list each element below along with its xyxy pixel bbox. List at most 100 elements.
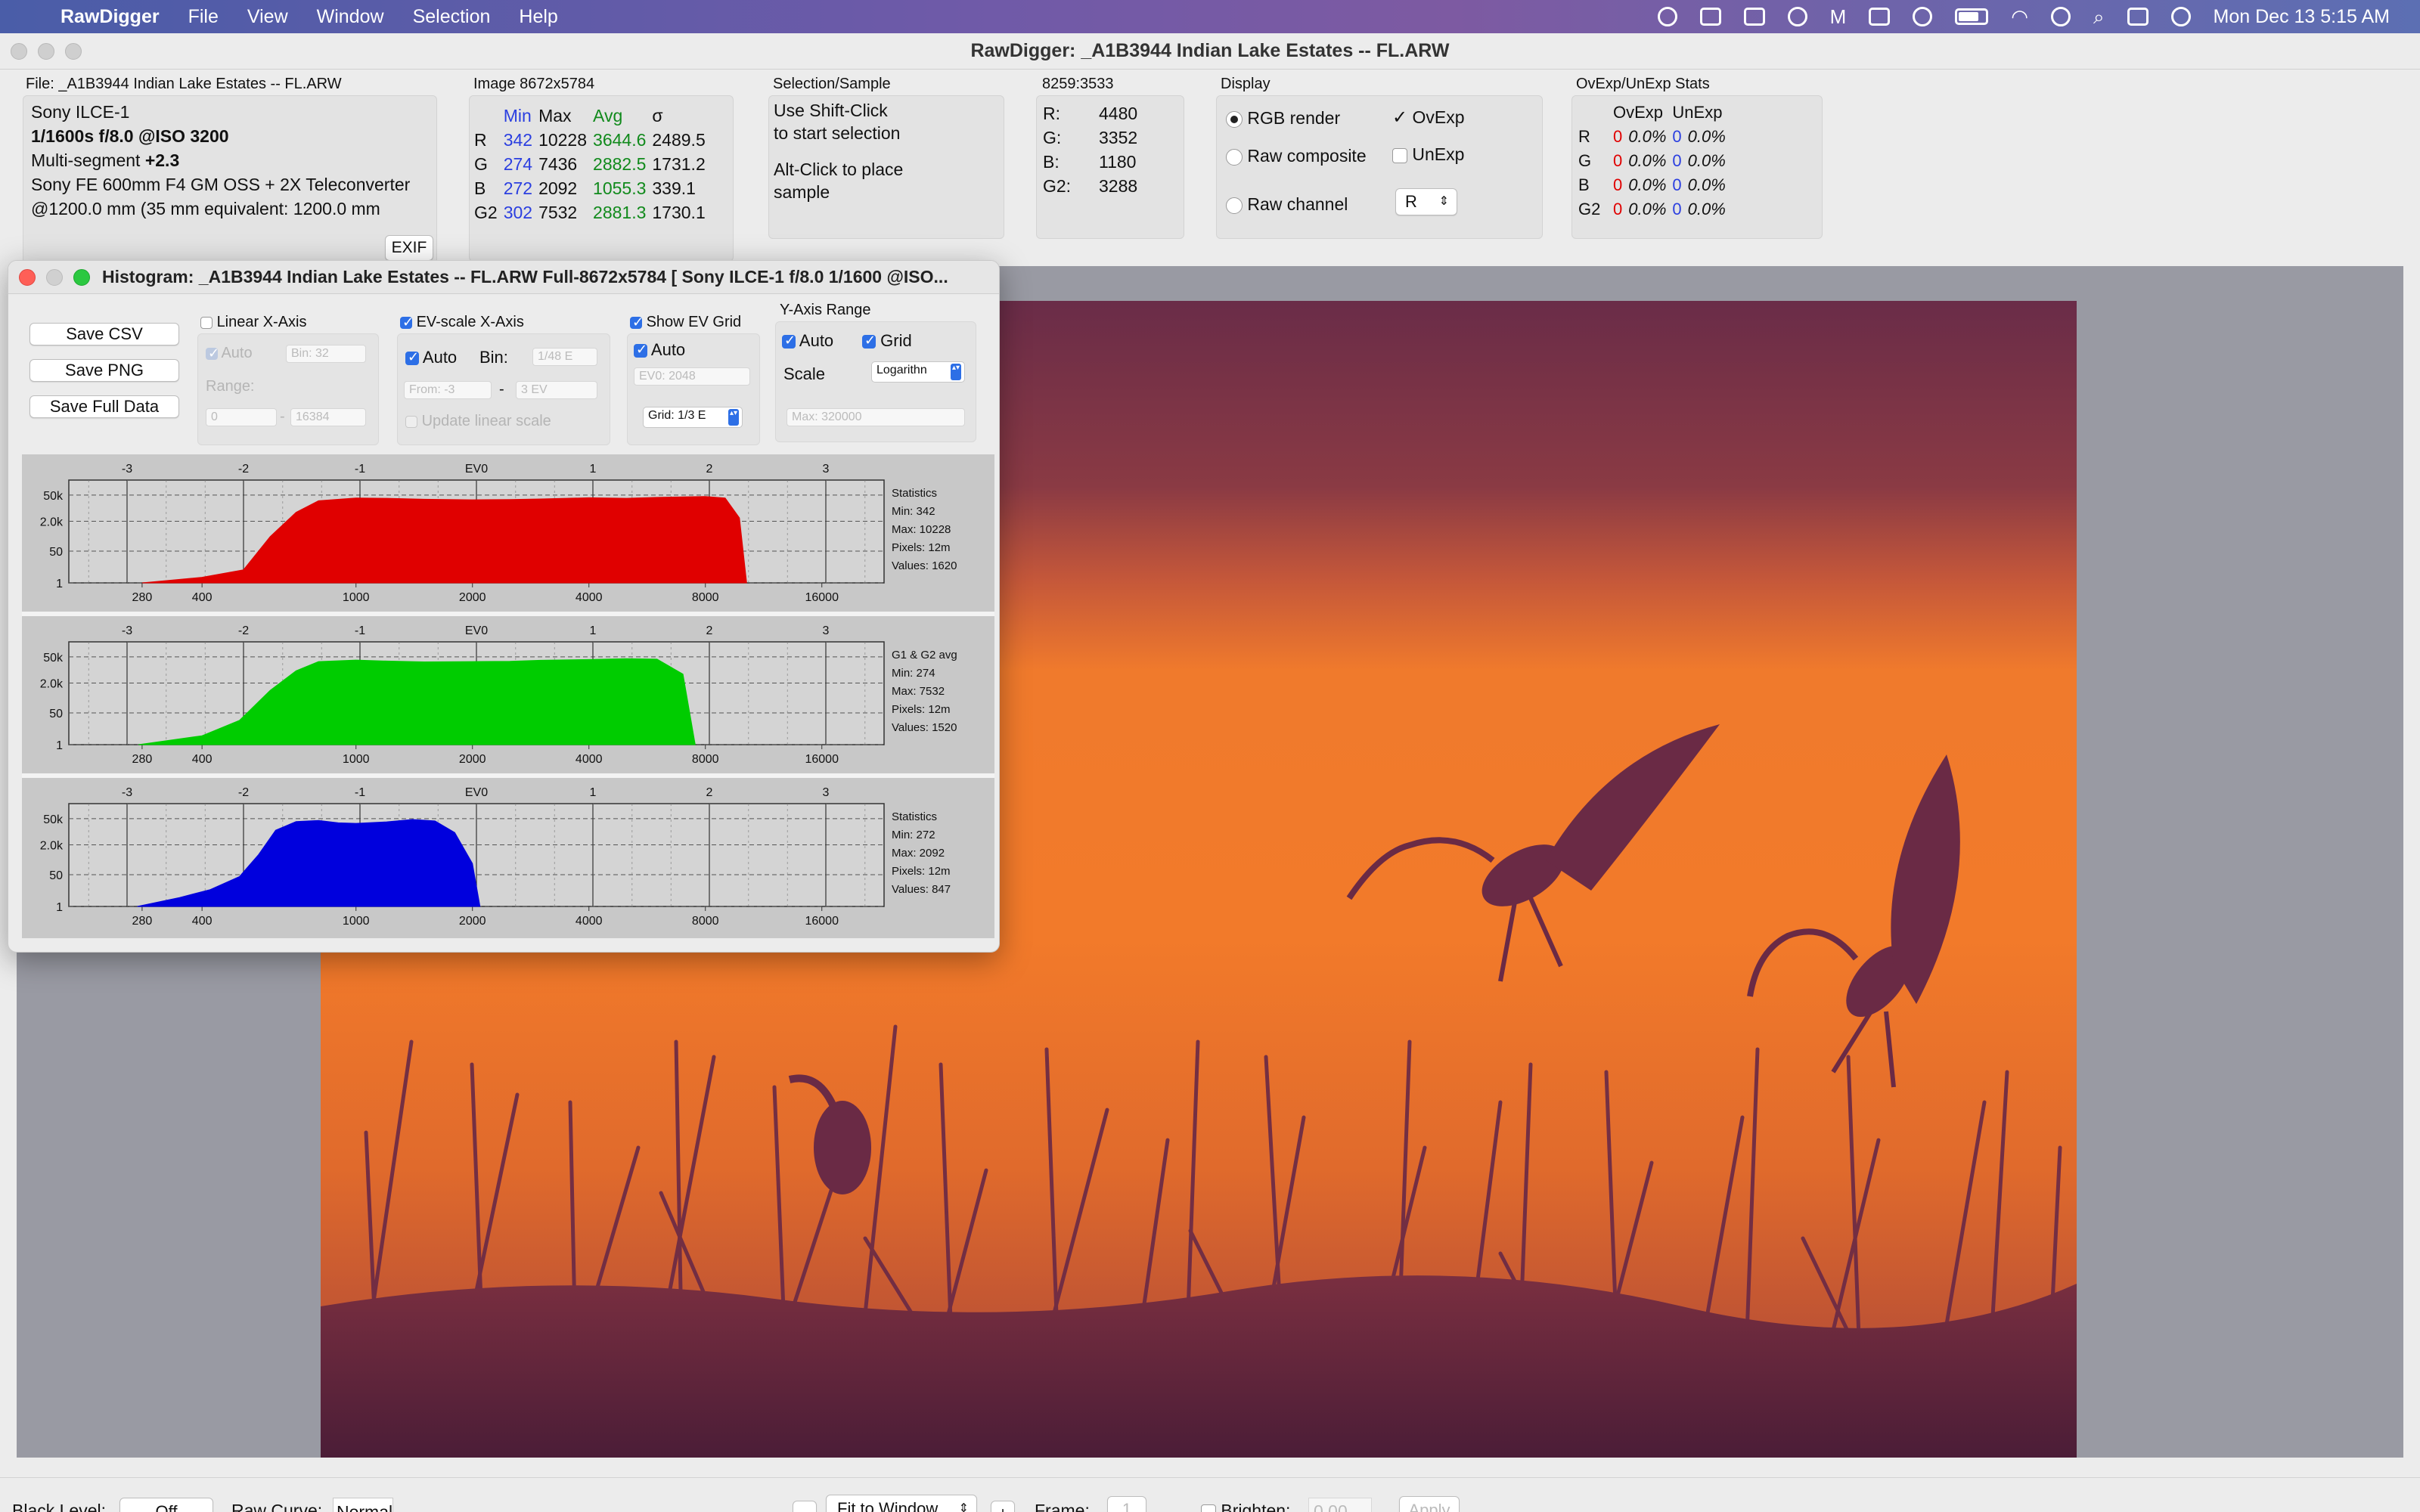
y-auto-checkbox[interactable]: Auto: [782, 331, 833, 351]
un-percent: 0.0%: [1687, 175, 1726, 194]
stats-line: Min: 342: [892, 505, 935, 518]
black-level-label: Black Level:: [12, 1501, 107, 1512]
ev-grid-auto-checkbox[interactable]: Auto: [634, 340, 685, 360]
menu-window[interactable]: Window: [317, 6, 384, 28]
scale-select-value: Logarithn: [876, 364, 927, 376]
bottom-tick-label: 8000: [692, 591, 719, 604]
apply-button[interactable]: Apply: [1399, 1496, 1460, 1512]
selection-panel-title: Selection/Sample: [773, 76, 891, 92]
zoom-out-button[interactable]: -: [793, 1501, 817, 1512]
siri-icon[interactable]: [2170, 7, 2191, 26]
creative-cloud-icon[interactable]: [1657, 7, 1677, 26]
play-icon[interactable]: [1913, 7, 1933, 26]
histogram-plot-green[interactable]: 50k 2.0k 50 1 -3 -2 -1 EV0 1 2 3 280 400 1000 2000 4000…: [22, 616, 994, 773]
save-csv-button[interactable]: Save CSV: [29, 323, 179, 345]
image-panel-title: Image 8672x5784: [473, 76, 595, 92]
c-app-icon[interactable]: [1787, 7, 1807, 26]
menu-file[interactable]: File: [188, 6, 219, 28]
ev-to-field: 3 EV: [516, 381, 597, 399]
brighten-input[interactable]: 0.00: [1308, 1498, 1372, 1512]
stats-line: Max: 10228: [892, 523, 951, 536]
show-ev-grid-checkbox[interactable]: Show EV Grid: [630, 314, 741, 331]
zoom-in-button[interactable]: +: [991, 1501, 1015, 1512]
window-close-button[interactable]: [11, 43, 27, 60]
image-stats-table: Min Max Avg σ R 342 10228 3644.6 2489.5 …: [474, 104, 712, 225]
radio-dot: [1226, 110, 1243, 128]
top-tick-label: -3: [122, 463, 132, 476]
histogram-plot-blue[interactable]: 50k 2.0k 50 1 -3 -2 -1 EV0 1 2 3 280 400 1000 2000 4000…: [22, 778, 994, 938]
save-png-button[interactable]: Save PNG: [29, 359, 179, 382]
row-channel: R: [1578, 127, 1590, 146]
y-tick-label: 2.0k: [40, 516, 64, 528]
bottom-tick-label: 2000: [459, 753, 486, 766]
y-tick-label: 1: [56, 739, 63, 752]
brighten-checkbox[interactable]: Brighten:: [1201, 1501, 1290, 1512]
sample-g-value: 3352: [1099, 128, 1138, 147]
m-app-icon[interactable]: M: [1830, 7, 1847, 26]
linear-x-checkbox[interactable]: Linear X-Axis: [200, 314, 307, 331]
histogram-close-button[interactable]: [19, 269, 36, 286]
ev-scale-checkbox[interactable]: EV-scale X-Axis: [400, 314, 524, 331]
stats-title: G1 & G2 avg: [892, 649, 957, 662]
col-avg: Avg: [593, 105, 623, 125]
top-tick-label: 2: [706, 624, 713, 637]
scale-select[interactable]: Logarithn ▴▾: [871, 361, 965, 383]
rgb-render-radio[interactable]: RGB render: [1226, 108, 1340, 129]
ev-auto-checkbox[interactable]: Auto: [405, 348, 457, 367]
sample-r-label: R:: [1043, 104, 1060, 123]
y-tick-label: 50: [49, 869, 63, 882]
control-center-icon[interactable]: [2127, 8, 2149, 26]
stats-line: Pixels: 12m: [892, 541, 951, 554]
raw-composite-radio[interactable]: Raw composite: [1226, 146, 1367, 166]
histogram-plot-red[interactable]: 50k 2.0k 50 1 -3 -2 -1 EV0 1 2 3 280 400 1000 2000 4000…: [22, 454, 994, 612]
window-zoom-button[interactable]: [65, 43, 82, 60]
ev-bin-label: Bin:: [479, 348, 508, 367]
unexp-checkbox[interactable]: UnExp: [1392, 144, 1464, 165]
camera-model: Sony ILCE-1: [31, 102, 130, 122]
cell-sd: 1731.2: [652, 153, 706, 174]
menu-selection[interactable]: Selection: [413, 6, 491, 28]
menu-app-name[interactable]: RawDigger: [60, 6, 160, 28]
wifi-icon[interactable]: ◠: [2011, 7, 2028, 26]
histogram-chart-B: 50k 2.0k 50 1 -3 -2 -1 EV0 1 2 3 280 400 1000 2000 4000…: [40, 786, 951, 928]
menu-help[interactable]: Help: [519, 6, 557, 28]
top-tick-label: 1: [590, 463, 597, 476]
battery-icon[interactable]: [1955, 8, 1989, 25]
ovexp-checkbox[interactable]: ✓ OvExp: [1392, 107, 1465, 129]
stats-line: Values: 1620: [892, 559, 957, 572]
menu-clock[interactable]: Mon Dec 13 5:15 AM: [2214, 6, 2390, 28]
menu-view[interactable]: View: [247, 6, 288, 28]
chevron-updown-icon: ⇕: [958, 1502, 969, 1512]
zoom-select[interactable]: Fit to Window ⇕: [826, 1495, 977, 1512]
frame-select[interactable]: 1: [1107, 1496, 1146, 1512]
un-percent: 0.0%: [1687, 127, 1726, 146]
ev-bin-field: 1/48 E: [532, 348, 597, 366]
frame-label: Frame:: [1035, 1501, 1090, 1512]
spotlight-search-icon[interactable]: ⌕: [2093, 7, 2105, 26]
row-channel: R: [474, 129, 487, 150]
histogram-zoom-button[interactable]: [73, 269, 90, 286]
black-level-button[interactable]: Off: [119, 1498, 213, 1512]
top-tick-label: 3: [823, 624, 830, 637]
bottom-tick-label: 400: [192, 753, 213, 766]
raw-composite-label: Raw composite: [1247, 146, 1367, 166]
col-unexp: UnExp: [1672, 103, 1723, 122]
film-icon[interactable]: [1743, 8, 1765, 26]
y-tick-label: 50: [49, 546, 63, 559]
histogram-minimize-button[interactable]: [46, 269, 63, 286]
linear-x-label: Linear X-Axis: [216, 314, 307, 330]
user-icon[interactable]: [2050, 7, 2071, 26]
channel-select[interactable]: R ⇕: [1395, 188, 1457, 215]
raw-channel-radio[interactable]: Raw channel: [1226, 194, 1348, 215]
grid-select[interactable]: Grid: 1/3 E ▴▾: [643, 407, 743, 428]
menu-extra-icon[interactable]: [1869, 8, 1891, 26]
save-full-data-button[interactable]: Save Full Data: [29, 395, 179, 418]
y-grid-checkbox[interactable]: Grid: [862, 331, 912, 351]
window-minimize-button[interactable]: [38, 43, 54, 60]
cell-min: 272: [503, 178, 533, 198]
rec-icon[interactable]: [1699, 8, 1721, 26]
ev-scale-group: Auto Bin: 1/48 E From: -3 - 3 EV Update …: [397, 333, 610, 445]
range-to-field: 16384: [290, 408, 366, 426]
exif-button[interactable]: EXIF: [385, 235, 433, 261]
raw-curve-field[interactable]: Normal: [333, 1498, 393, 1512]
